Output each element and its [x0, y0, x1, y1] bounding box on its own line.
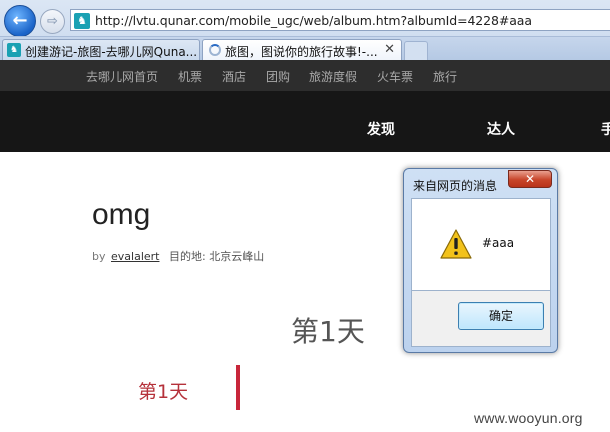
tab-label: 创建游记-旅图-去哪儿网Quna... — [25, 45, 198, 59]
topbar-item-travel[interactable]: 旅行 — [433, 68, 457, 85]
timeline-marker — [236, 365, 240, 410]
back-button[interactable]: ← — [4, 5, 36, 37]
destination-value: 北京云峰山 — [209, 250, 265, 263]
dialog-body: #aaa — [411, 198, 551, 291]
forward-button[interactable]: ⇨ — [40, 9, 65, 34]
url-text[interactable]: http://lvtu.qunar.com/mobile_ugc/web/alb… — [95, 13, 532, 28]
topbar-item-vacations[interactable]: 旅游度假 — [309, 68, 357, 85]
nav-experts[interactable]: 达人 — [487, 119, 515, 139]
tab-strip: ♞ 创建游记-旅图-去哪儿网Quna... 旅图，图说你的旅行故事!-... ✕ — [0, 36, 610, 62]
warning-icon — [440, 229, 472, 259]
dialog-footer: 确定 — [411, 291, 551, 347]
watermark: www.wooyun.org — [474, 410, 583, 426]
loading-spinner-icon — [209, 44, 221, 56]
site-topbar: 去哪儿网首页 机票 酒店 团购 旅游度假 火车票 旅行 — [0, 60, 610, 91]
topbar-item-home[interactable]: 去哪儿网首页 — [86, 68, 158, 85]
close-icon[interactable]: ✕ — [508, 170, 552, 188]
tab-label: 旅图，图说你的旅行故事!-... — [225, 45, 378, 59]
qunar-camel-icon: ♞ — [7, 43, 21, 57]
ok-button[interactable]: 确定 — [458, 302, 544, 330]
address-bar[interactable]: ♞ http://lvtu.qunar.com/mobile_ugc/web/a… — [70, 9, 610, 31]
day-heading: 第1天 — [291, 315, 365, 348]
by-label: by — [92, 250, 106, 263]
close-tab-icon[interactable]: ✕ — [384, 42, 395, 57]
author-link[interactable]: evalalert — [111, 250, 159, 263]
album-title: omg — [92, 198, 151, 231]
topbar-item-trains[interactable]: 火车票 — [377, 68, 413, 85]
topbar-item-groupbuy[interactable]: 团购 — [266, 68, 290, 85]
destination-label: 目的地: — [168, 250, 206, 263]
tab-album[interactable]: 旅图，图说你的旅行故事!-... ✕ — [202, 39, 402, 62]
nav-more[interactable]: 手 — [601, 119, 610, 139]
topbar-item-hotels[interactable]: 酒店 — [222, 68, 246, 85]
album-meta: by evalalert 目的地: 北京云峰山 — [92, 248, 264, 264]
dialog-message: #aaa — [482, 236, 515, 250]
tab-create-travelogue[interactable]: ♞ 创建游记-旅图-去哪儿网Quna... — [2, 39, 200, 61]
dialog-title: 来自网页的消息 — [413, 179, 498, 193]
alert-dialog: 来自网页的消息 ✕ #aaa 确定 — [403, 168, 558, 353]
nav-discover[interactable]: 发现 — [367, 119, 395, 139]
new-tab-button[interactable] — [404, 41, 428, 61]
topbar-item-flights[interactable]: 机票 — [178, 68, 202, 85]
qunar-camel-icon: ♞ — [74, 13, 90, 29]
browser-chrome: ← ⇨ ♞ http://lvtu.qunar.com/mobile_ugc/w… — [0, 0, 610, 62]
main-nav: 发现 达人 手 — [0, 91, 610, 152]
day-subheading: 第1天 — [138, 381, 189, 403]
